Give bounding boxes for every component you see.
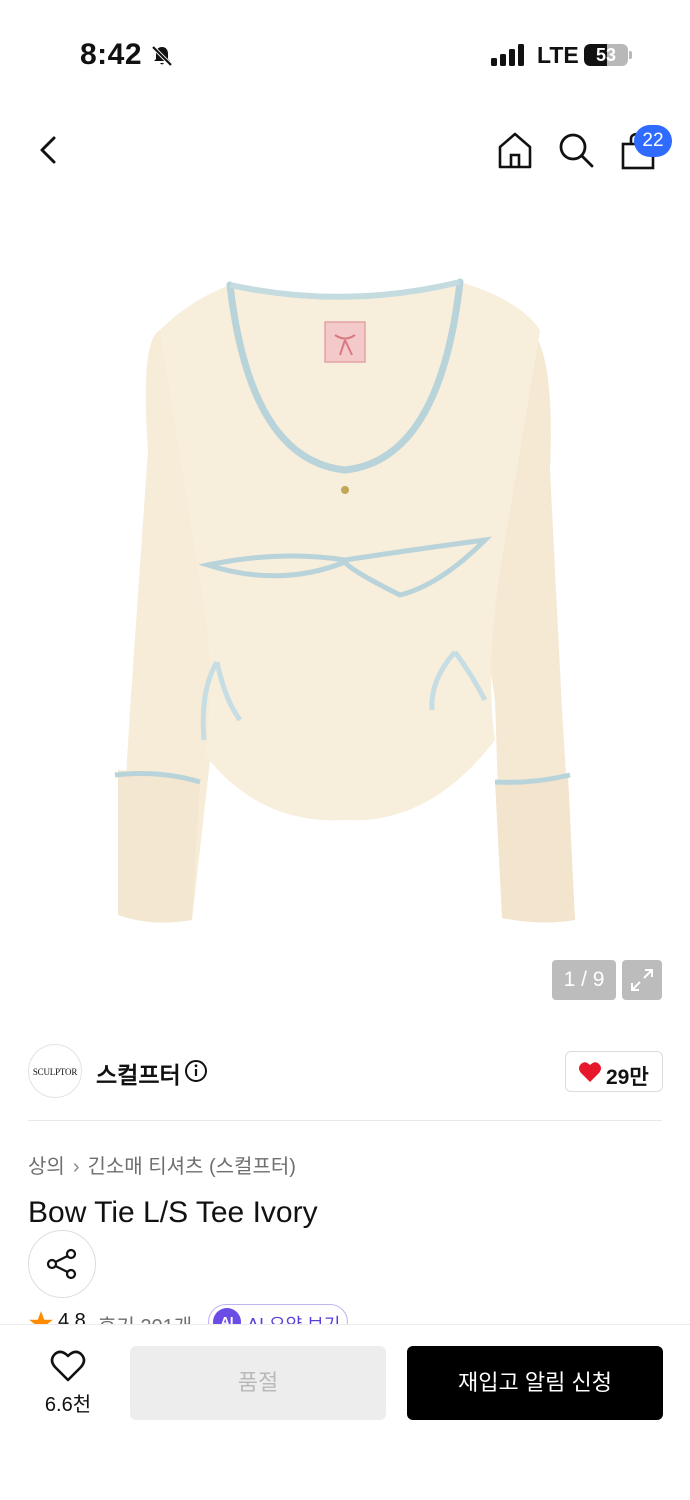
product-title: Bow Tie L/S Tee Ivory (28, 1196, 318, 1229)
brand-logo[interactable]: SCULPTOR (28, 1044, 82, 1098)
expand-icon (631, 969, 653, 991)
status-time: 8:42 (80, 38, 143, 71)
breadcrumb: 상의 › 긴소매 티셔츠 (스컬프터) (28, 1150, 296, 1179)
status-bar: 8:42 LTE 53 (0, 0, 690, 110)
heart-filled-icon (579, 1062, 601, 1082)
signal-icon (491, 44, 524, 66)
rating-row: 4.8 후기 201개 AI AI 요약 보기 (28, 1304, 428, 1326)
product-photo[interactable] (100, 270, 590, 930)
expand-button[interactable] (622, 960, 662, 1000)
brand-like-count: 29만 (606, 1066, 649, 1089)
back-icon[interactable] (30, 130, 66, 170)
breadcrumb-item-category[interactable]: 상의 (28, 1156, 65, 1178)
restock-alert-button[interactable]: 재입고 알림 신청 (407, 1346, 663, 1420)
chevron-right-icon: › (72, 1156, 80, 1178)
battery-icon: 53 (584, 44, 628, 66)
share-button[interactable] (28, 1230, 96, 1298)
battery-tip (629, 51, 632, 59)
cart-count-badge: 22 (634, 125, 672, 157)
search-icon[interactable] (556, 130, 596, 170)
breadcrumb-item-subcategory[interactable]: 긴소매 티셔츠 (스컬프터) (87, 1156, 295, 1178)
share-icon (46, 1248, 77, 1280)
wish-count: 6.6천 (44, 1394, 92, 1416)
brand-like-button[interactable]: 29만 (565, 1051, 663, 1092)
divider (28, 1120, 662, 1121)
info-icon[interactable] (184, 1059, 208, 1083)
ai-summary-button[interactable]: AI AI 요약 보기 (208, 1304, 348, 1326)
heart-outline-icon[interactable] (50, 1350, 86, 1382)
battery-percent: 53 (595, 45, 617, 65)
brand-logo-text: SCULPTOR (32, 1067, 78, 1077)
image-counter: 1 / 9 (552, 960, 616, 1000)
sold-out-button: 품절 (130, 1346, 386, 1420)
bell-off-icon (151, 45, 173, 67)
home-icon[interactable] (495, 130, 535, 170)
network-label: LTE (537, 42, 579, 68)
brand-name[interactable]: 스컬프터 (96, 1056, 181, 1090)
